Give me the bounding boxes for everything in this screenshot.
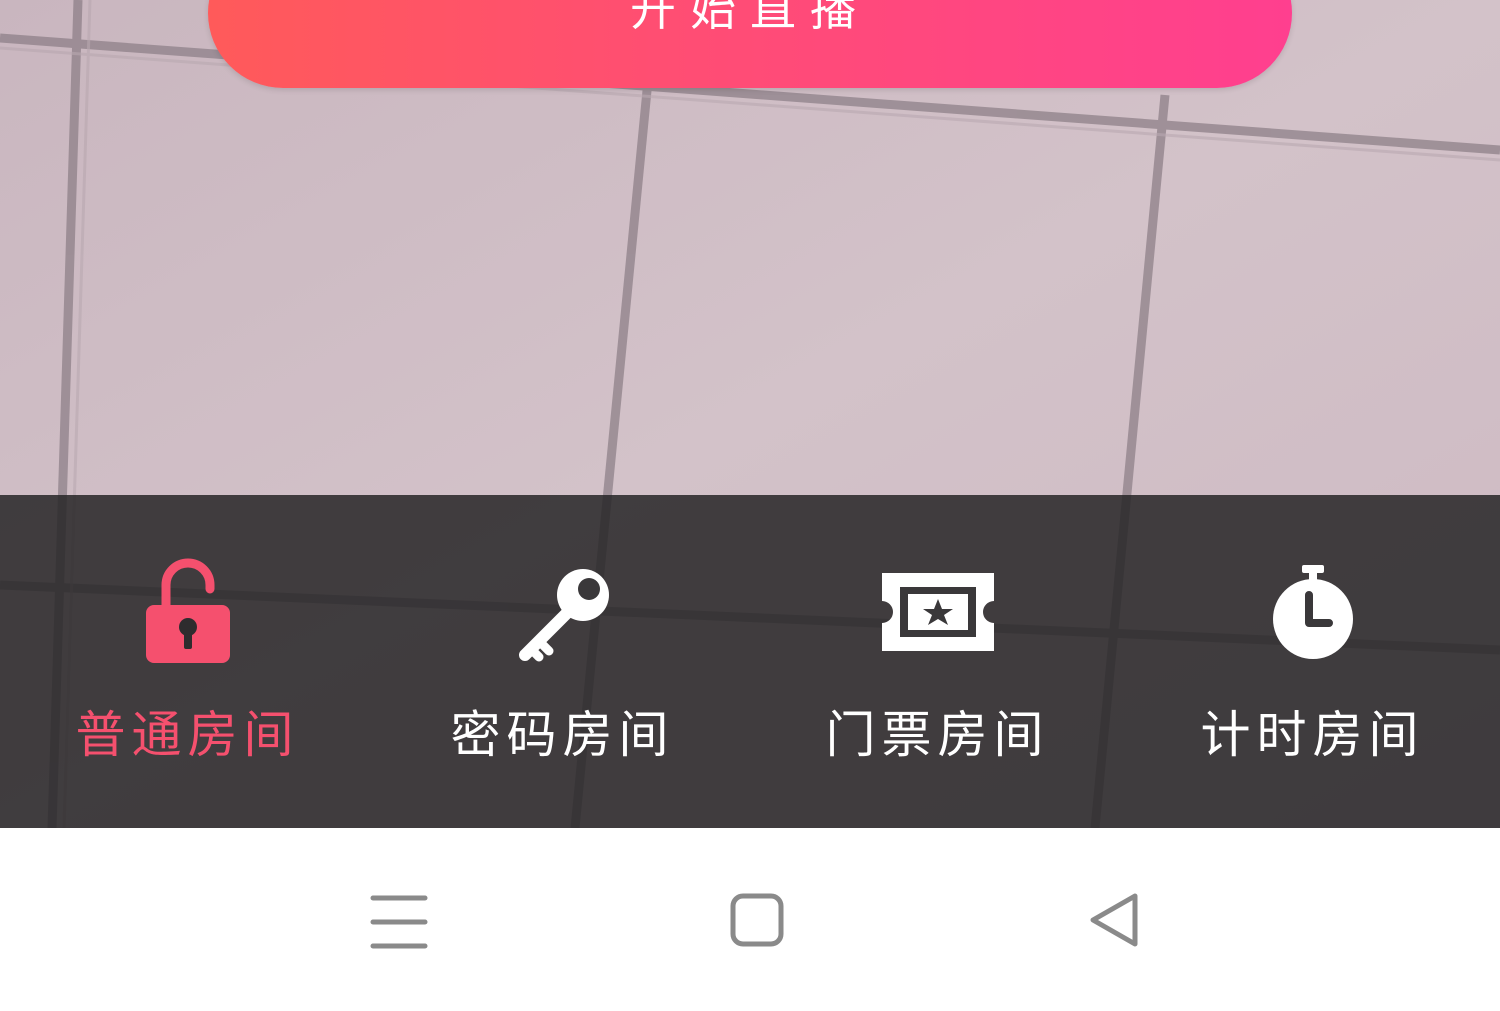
- room-type-label: 门票房间: [825, 706, 1050, 764]
- room-type-password[interactable]: 密码房间: [375, 495, 750, 828]
- room-type-timer[interactable]: 计时房间: [1125, 495, 1500, 828]
- room-type-label: 普通房间: [75, 706, 300, 764]
- back-triangle-icon[interactable]: [1075, 886, 1155, 956]
- room-type-normal[interactable]: 普通房间: [0, 495, 375, 828]
- menu-icon[interactable]: [359, 886, 439, 956]
- ticket-icon: [878, 557, 998, 667]
- room-type-bar: 普通房间 密码房间 门票房间 计时房间: [0, 495, 1500, 828]
- stopwatch-icon: [1253, 557, 1373, 667]
- home-square-icon[interactable]: [717, 886, 797, 956]
- start-live-button[interactable]: 开始直播: [208, 0, 1292, 88]
- key-icon: [503, 557, 623, 667]
- room-type-label: 密码房间: [450, 706, 675, 764]
- system-nav-bar: [0, 828, 1500, 1011]
- start-live-label: 开始直播: [630, 0, 870, 36]
- live-setup-screen: 开始直播 普通房间 密码房间 门票房间 计时房间: [0, 0, 1500, 1011]
- room-type-ticket[interactable]: 门票房间: [750, 495, 1125, 828]
- room-type-label: 计时房间: [1200, 706, 1425, 764]
- unlock-icon: [128, 557, 248, 667]
